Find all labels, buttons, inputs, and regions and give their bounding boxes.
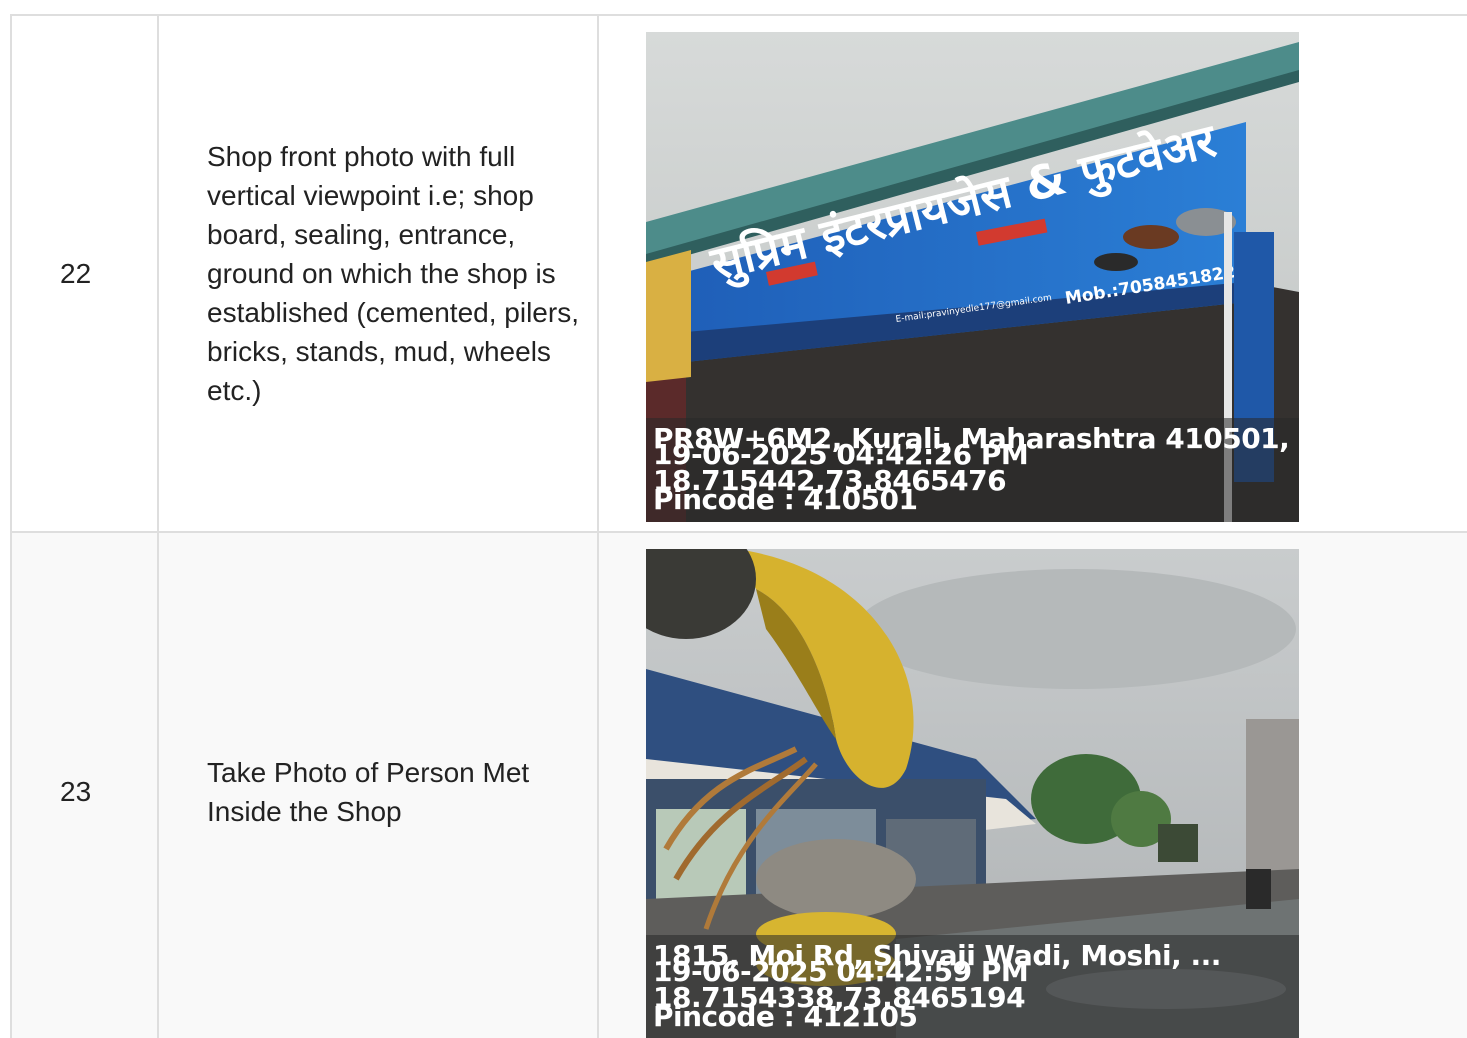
photo-geotag-overlay: 1815, Moi Rd, Shivaji Wadi, Moshi, ... 1… xyxy=(646,935,1299,1038)
person-met-photo[interactable]: 1815, Moi Rd, Shivaji Wadi, Moshi, ... 1… xyxy=(646,549,1299,1038)
photo-cell: 1815, Moi Rd, Shivaji Wadi, Moshi, ... 1… xyxy=(599,533,1467,1038)
row-description: Take Photo of Person Met Inside the Shop xyxy=(159,533,599,1038)
geotag-pincode: Pincode : 412105 xyxy=(653,1000,918,1033)
page: 22 Shop front photo with full vertical v… xyxy=(0,0,1467,1038)
table-row: 22 Shop front photo with full vertical v… xyxy=(12,16,1467,533)
description-text: Shop front photo with full vertical view… xyxy=(207,141,579,406)
row-number: 22 xyxy=(12,16,159,533)
inspection-table: 22 Shop front photo with full vertical v… xyxy=(10,14,1467,1038)
table-row: 23 Take Photo of Person Met Inside the S… xyxy=(12,533,1467,1038)
row-description: Shop front photo with full vertical view… xyxy=(159,16,599,533)
photo-cell: सुप्रिम इंटरप्रायजेस & फुटवेअर Mob.:7058… xyxy=(599,16,1467,533)
geotag-pincode: Pincode : 410501 xyxy=(653,483,918,516)
photo-geotag-overlay: PR8W+6M2, Kurali, Maharashtra 410501, In… xyxy=(646,418,1299,522)
description-text: Take Photo of Person Met Inside the Shop xyxy=(207,757,530,827)
shop-front-photo[interactable]: सुप्रिम इंटरप्रायजेस & फुटवेअर Mob.:7058… xyxy=(646,32,1299,522)
row-number: 23 xyxy=(12,533,159,1038)
